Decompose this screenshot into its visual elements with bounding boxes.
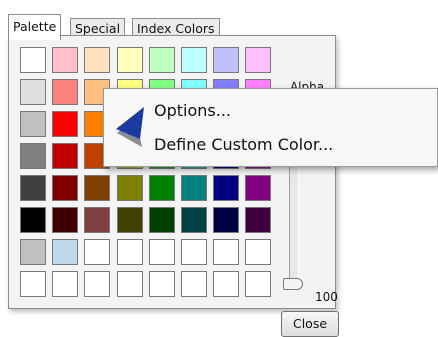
color-swatch[interactable] (20, 207, 46, 233)
color-swatch[interactable] (20, 47, 46, 73)
color-swatch[interactable] (116, 271, 143, 297)
color-swatch[interactable] (20, 239, 46, 265)
color-swatch[interactable] (116, 47, 143, 73)
color-swatch[interactable] (116, 175, 143, 201)
color-swatch[interactable] (181, 271, 207, 297)
color-swatch[interactable] (148, 47, 175, 73)
alpha-max-value: 100 (315, 290, 338, 304)
color-swatch[interactable] (148, 207, 175, 233)
color-swatch[interactable] (245, 207, 272, 233)
color-swatch[interactable] (52, 143, 79, 169)
color-swatch[interactable] (181, 47, 207, 73)
color-swatch[interactable] (20, 143, 46, 169)
color-swatch[interactable] (84, 271, 111, 297)
alpha-slider-thumb[interactable] (283, 278, 303, 290)
color-swatch[interactable] (52, 175, 79, 201)
color-swatch[interactable] (245, 47, 272, 73)
color-swatch[interactable] (148, 239, 175, 265)
color-swatch[interactable] (181, 175, 207, 201)
color-swatch[interactable] (245, 271, 272, 297)
color-swatch[interactable] (213, 207, 240, 233)
color-swatch[interactable] (148, 271, 175, 297)
color-swatch[interactable] (84, 47, 111, 73)
color-swatch[interactable] (148, 175, 175, 201)
color-swatch[interactable] (181, 207, 207, 233)
color-swatch[interactable] (52, 79, 79, 105)
color-swatch[interactable] (213, 175, 240, 201)
close-button[interactable]: Close (281, 311, 339, 337)
color-swatch[interactable] (213, 239, 240, 265)
color-triangle-icon (116, 107, 144, 147)
color-swatch[interactable] (52, 111, 79, 137)
menu-item-define-custom-color[interactable]: Define Custom Color... (154, 135, 333, 154)
context-menu: Options... Define Custom Color... (103, 88, 438, 167)
color-swatch[interactable] (84, 207, 111, 233)
color-swatch[interactable] (52, 271, 79, 297)
color-swatch[interactable] (52, 239, 79, 265)
color-swatch[interactable] (116, 207, 143, 233)
color-swatch[interactable] (245, 175, 272, 201)
color-swatch[interactable] (20, 271, 46, 297)
color-swatch[interactable] (245, 239, 272, 265)
color-swatch[interactable] (52, 207, 79, 233)
color-swatch[interactable] (181, 239, 207, 265)
color-swatch[interactable] (84, 175, 111, 201)
tab-palette[interactable]: Palette (8, 14, 62, 40)
color-swatch[interactable] (84, 239, 111, 265)
color-swatch[interactable] (213, 271, 240, 297)
color-swatch[interactable] (52, 47, 79, 73)
color-swatch[interactable] (213, 47, 240, 73)
palette-page: Alpha 0 100 Close (8, 35, 339, 337)
color-swatch[interactable] (20, 111, 46, 137)
menu-item-options[interactable]: Options... (154, 101, 231, 120)
color-swatch[interactable] (116, 239, 143, 265)
color-swatch[interactable] (20, 79, 46, 105)
color-swatch[interactable] (20, 175, 46, 201)
